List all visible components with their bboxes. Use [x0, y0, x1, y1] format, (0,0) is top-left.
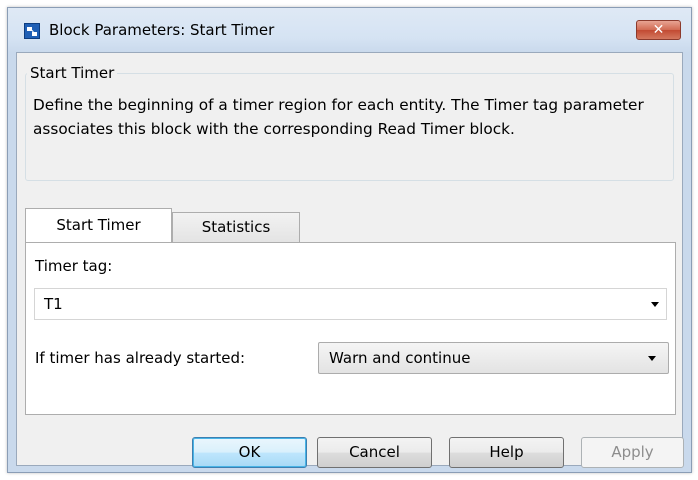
- close-button[interactable]: ✕: [636, 20, 681, 40]
- timer-tag-label: Timer tag:: [35, 257, 113, 275]
- group-title: Start Timer: [27, 64, 118, 82]
- ok-button[interactable]: OK: [192, 437, 307, 468]
- timer-tag-value: T1: [44, 295, 63, 313]
- already-started-select[interactable]: Warn and continue: [318, 342, 669, 374]
- timer-tag-combobox[interactable]: T1: [34, 288, 667, 320]
- title-bar[interactable]: Block Parameters: Start Timer ✕: [8, 8, 691, 52]
- tab-statistics[interactable]: Statistics: [172, 212, 300, 242]
- chevron-down-icon[interactable]: [648, 356, 656, 361]
- tab-panel: Timer tag: T1 If timer has already start…: [25, 242, 676, 415]
- apply-button[interactable]: Apply: [581, 437, 684, 468]
- simulink-block-icon: [24, 23, 40, 39]
- window-title: Block Parameters: Start Timer: [49, 21, 275, 39]
- tab-start-timer[interactable]: Start Timer: [25, 208, 172, 242]
- help-button[interactable]: Help: [449, 437, 564, 468]
- dialog-window: Block Parameters: Start Timer ✕ Start Ti…: [7, 7, 692, 473]
- cancel-button[interactable]: Cancel: [317, 437, 432, 468]
- block-description: Define the beginning of a timer region f…: [33, 96, 644, 138]
- already-started-value: Warn and continue: [329, 349, 471, 367]
- tab-strip: Start Timer Statistics: [25, 208, 685, 242]
- already-started-label: If timer has already started:: [35, 349, 246, 367]
- chevron-down-icon[interactable]: [651, 302, 659, 307]
- dialog-body: Start Timer Define the beginning of a ti…: [16, 52, 685, 468]
